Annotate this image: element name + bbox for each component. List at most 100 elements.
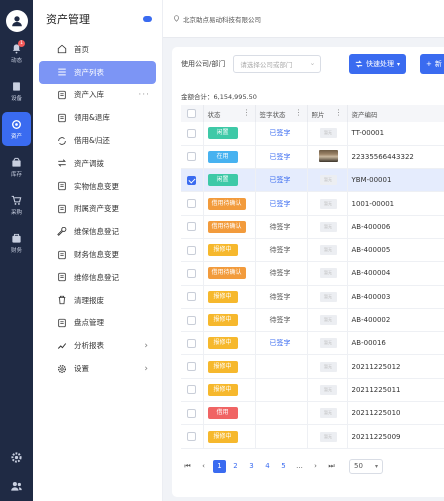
nav-item-14[interactable]: 设置 › xyxy=(39,357,156,380)
asset-code-cell[interactable]: 1001-00001 xyxy=(347,191,444,216)
sign-status[interactable] xyxy=(260,386,270,394)
sign-status[interactable]: 待签字 xyxy=(260,223,291,231)
row-checkbox[interactable] xyxy=(187,128,196,138)
table-row[interactable]: 报修中 暂无 20211225009 xyxy=(181,424,444,449)
column-status[interactable]: 状态 ⋮ xyxy=(203,105,256,122)
asset-code-cell[interactable]: AB-400002 xyxy=(347,308,444,333)
sign-status[interactable]: 待签字 xyxy=(260,316,291,324)
nav-item-10[interactable]: 维修信息登记 xyxy=(39,266,156,289)
row-checkbox[interactable] xyxy=(187,338,196,348)
column-sign-status[interactable]: 签字状态 ⋮ xyxy=(255,105,308,122)
sign-status[interactable] xyxy=(260,409,270,417)
last-page-icon[interactable]: ⏭ xyxy=(325,460,338,473)
table-row[interactable]: 报修中 暂无 20211225011 xyxy=(181,378,444,403)
sign-status[interactable]: 待签字 xyxy=(260,293,291,301)
select-all-header[interactable] xyxy=(181,105,204,122)
asset-photo-thumbnail[interactable] xyxy=(318,149,338,162)
column-menu-icon[interactable]: ⋮ xyxy=(335,108,343,117)
row-checkbox[interactable] xyxy=(187,268,196,278)
row-checkbox[interactable] xyxy=(187,245,196,255)
row-select-cell[interactable] xyxy=(181,191,204,216)
row-checkbox[interactable] xyxy=(187,315,196,325)
row-checkbox[interactable] xyxy=(187,222,196,232)
row-checkbox[interactable] xyxy=(187,175,196,185)
nav-item-2[interactable]: 资产入库 ··· xyxy=(39,84,156,107)
row-checkbox[interactable] xyxy=(187,292,196,302)
row-select-cell[interactable] xyxy=(181,261,204,286)
nav-item-6[interactable]: 实物信息变更 xyxy=(39,175,156,198)
page-number[interactable]: 5 xyxy=(277,460,290,473)
table-row[interactable]: 借用待确认 待签字 暂无 AB-400004 xyxy=(181,261,444,286)
nav-item-7[interactable]: 附属资产变更 xyxy=(39,198,156,221)
gear-icon[interactable] xyxy=(10,451,23,464)
asset-code-cell[interactable]: AB-00016 xyxy=(347,331,444,356)
rail-item-2[interactable]: 资产 xyxy=(2,112,31,146)
asset-code-cell[interactable]: 20211225010 xyxy=(347,401,444,426)
sign-status[interactable]: 已签字 xyxy=(260,129,291,137)
asset-code-cell[interactable]: AB-400005 xyxy=(347,238,444,263)
table-row[interactable]: 借用待确认 待签字 暂无 AB-400006 xyxy=(181,215,444,239)
column-menu-icon[interactable]: ⋮ xyxy=(295,108,303,117)
page-number[interactable]: 3 xyxy=(245,460,258,473)
table-row[interactable]: 报修中 待签字 暂无 AB-400003 xyxy=(181,285,444,309)
select-all-checkbox[interactable] xyxy=(187,109,196,118)
asset-code-cell[interactable]: 20211225012 xyxy=(347,354,444,379)
asset-code-cell[interactable]: TT-00001 xyxy=(347,122,444,146)
row-select-cell[interactable] xyxy=(181,215,204,239)
collapse-toggle-icon[interactable] xyxy=(143,16,152,22)
column-photo[interactable]: 照片 ⋮ xyxy=(307,105,348,122)
new-button[interactable]: + 新 xyxy=(420,54,444,74)
rail-item-1[interactable]: 设备 xyxy=(2,74,31,108)
table-row[interactable]: 借用 暂无 20211225010 xyxy=(181,401,444,426)
table-row[interactable]: 报修中 暂无 20211225012 xyxy=(181,354,444,379)
first-page-icon[interactable]: ⏮ xyxy=(181,460,194,473)
sign-status[interactable] xyxy=(260,363,270,371)
row-checkbox[interactable] xyxy=(187,362,196,372)
company-department-select[interactable]: 请选择公司或部门 ⌄ xyxy=(233,55,322,73)
asset-code-cell[interactable]: YBM-00001 xyxy=(347,168,444,193)
column-menu-icon[interactable]: ⋮ xyxy=(243,108,251,117)
table-row[interactable]: 闲置 已签字 暂无 YBM-00001 xyxy=(181,168,444,193)
nav-item-9[interactable]: 财务信息变更 xyxy=(39,243,156,266)
table-row[interactable]: 借用待确认 已签字 暂无 1001-00001 xyxy=(181,191,444,216)
nav-item-5[interactable]: 资产调拨 xyxy=(39,152,156,175)
row-select-cell[interactable] xyxy=(181,285,204,309)
row-checkbox[interactable] xyxy=(187,199,196,209)
page-number[interactable]: 4 xyxy=(261,460,274,473)
nav-item-3[interactable]: 领用&退库 xyxy=(39,106,156,129)
nav-item-4[interactable]: 借用&归还 xyxy=(39,129,156,152)
asset-code-cell[interactable]: AB-400003 xyxy=(347,285,444,309)
table-row[interactable]: 报修中 已签字 暂无 AB-00016 xyxy=(181,331,444,356)
rail-item-3[interactable]: 库存 xyxy=(2,150,31,184)
sign-status[interactable]: 已签字 xyxy=(260,176,291,184)
page-size-select[interactable]: 50 ▾ xyxy=(349,459,383,474)
asset-code-cell[interactable]: AB-400004 xyxy=(347,261,444,286)
row-select-cell[interactable] xyxy=(181,378,204,403)
sign-status[interactable]: 已签字 xyxy=(260,200,291,208)
row-checkbox[interactable] xyxy=(187,385,196,395)
nav-item-12[interactable]: 盘点管理 xyxy=(39,312,156,335)
row-select-cell[interactable] xyxy=(181,168,204,193)
avatar[interactable] xyxy=(5,10,28,32)
row-select-cell[interactable] xyxy=(181,424,204,449)
sign-status[interactable]: 待签字 xyxy=(260,246,291,254)
asset-code-cell[interactable]: 20211225011 xyxy=(347,378,444,403)
row-select-cell[interactable] xyxy=(181,122,204,146)
rail-item-5[interactable]: 财务 xyxy=(2,226,31,260)
page-number[interactable]: 1 xyxy=(213,460,226,473)
sign-status[interactable]: 已签字 xyxy=(260,153,291,161)
row-select-cell[interactable] xyxy=(181,331,204,356)
rail-item-0[interactable]: 动态 1 xyxy=(2,36,31,70)
column-asset-code[interactable]: 资产编码⋮ xyxy=(347,105,444,122)
row-select-cell[interactable] xyxy=(181,145,204,170)
company-name[interactable]: 北京助点易动科技有限公司 xyxy=(183,14,261,24)
asset-code-cell[interactable]: 22335566443322 xyxy=(347,145,444,170)
row-checkbox[interactable] xyxy=(187,152,196,162)
nav-item-13[interactable]: 分析报表 › xyxy=(39,334,156,357)
table-row[interactable]: 报修中 待签字 暂无 AB-400005 xyxy=(181,238,444,263)
sign-status[interactable]: 待签字 xyxy=(260,269,291,277)
row-checkbox[interactable] xyxy=(187,432,196,441)
next-page-icon[interactable]: › xyxy=(309,460,322,473)
row-select-cell[interactable] xyxy=(181,238,204,263)
asset-code-cell[interactable]: 20211225009 xyxy=(347,424,444,449)
